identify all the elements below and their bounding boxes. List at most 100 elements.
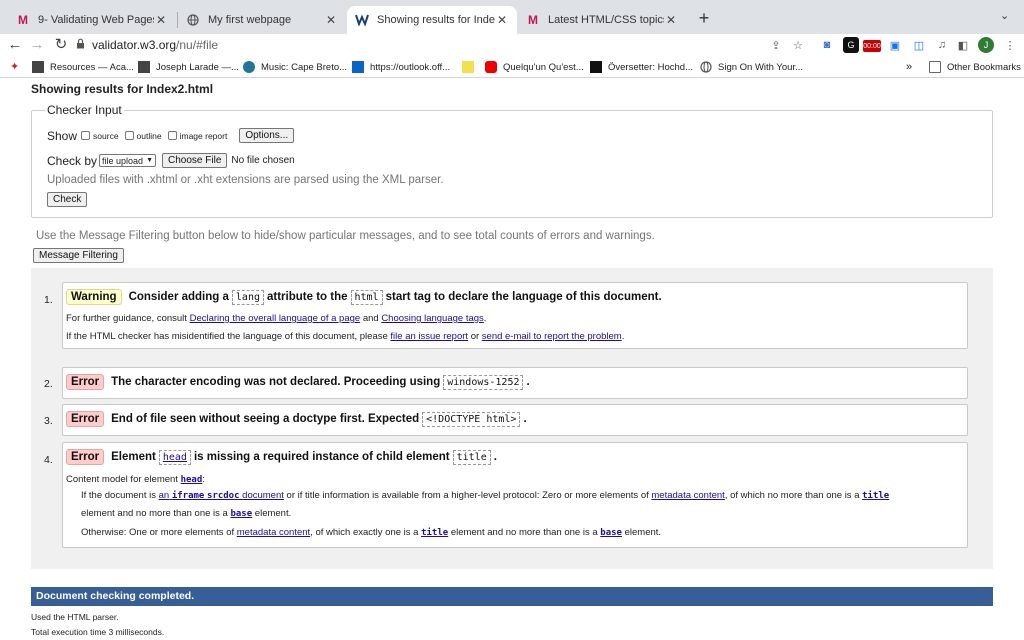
more-bookmarks-button[interactable]: » [906,59,912,75]
tab-validator-results[interactable]: Showing results for Index2.htm ✕ [347,6,517,34]
metadata-content-link[interactable]: metadata content [651,490,724,501]
source-checkbox[interactable]: source [81,131,119,141]
camera-extension-icon[interactable]: ◙ [819,37,835,53]
bookmark-item[interactable]: Sign On With Your... [700,59,803,75]
bookmark-label: https://outlook.off... [370,61,451,73]
choosing-language-tags-link[interactable]: Choosing language tags [381,313,483,324]
head-element-link[interactable]: head [181,475,203,485]
tab-my-first-webpage[interactable]: My first webpage ✕ [178,6,346,34]
image-report-checkbox[interactable]: image report [167,130,228,141]
close-icon[interactable]: ✕ [664,13,678,27]
send-email-link[interactable]: send e-mail to report the problem [482,331,622,342]
content-model-text: Content model for element [66,474,178,485]
link-part: document [242,490,284,501]
bookmark-item[interactable]: ✦ [10,59,28,75]
message-error: Error The character encoding was not dec… [62,367,968,399]
bookmark-item[interactable]: Quelqu'un Qu'est... [485,59,584,75]
check-button[interactable]: Check [47,192,88,207]
side-panel-icon[interactable]: ◧ [955,37,971,53]
choose-file-button[interactable]: Choose File [162,153,228,168]
media-control-icon[interactable]: ♫ [934,37,950,53]
report-line: If the HTML checker has misidentified th… [66,331,624,342]
condition-text: element. [624,527,662,538]
report-text: or [470,331,480,342]
tab-title: Showing results for Index2.htm [377,14,495,26]
link-part: an [158,490,170,501]
metadata-content-link[interactable]: metadata content [237,527,310,538]
message-error: Error End of file seen without seeing a … [62,404,968,436]
close-icon[interactable]: ✕ [495,13,509,27]
profile-avatar[interactable]: J [978,37,994,53]
declaring-language-link[interactable]: Declaring the overall language of a page [190,313,361,324]
checker-legend: Checker Input [45,103,124,117]
head-element-link[interactable]: head [158,449,191,465]
message-text: . [493,451,497,463]
iframe-srcdoc-link[interactable]: an iframe srcdoc document [159,490,284,501]
completion-banner: Document checking completed. [31,587,993,606]
m-logo-icon: M [528,13,538,27]
checkbox-box[interactable] [124,131,134,140]
options-button[interactable]: Options... [239,128,295,143]
zoom-extension-icon[interactable]: ▣ [887,37,903,53]
outlook-icon [352,61,364,73]
checkbox-label: image report [179,130,228,141]
check-by-select[interactable]: file upload ▼ [99,154,157,167]
bookmark-item[interactable]: Resources — Aca... [32,59,134,75]
browser-toolbar: ← → ↻ validator.w3.org/nu/#file ⇪ ☆ ◙ G … [0,34,1024,56]
m-logo-icon: M [18,13,28,27]
guidance-text: For further guidance, consult [66,313,187,324]
bookmark-item[interactable]: Music: Cape Breto... [243,59,347,75]
bookmark-item[interactable]: https://outlook.off... [352,59,450,75]
back-icon[interactable]: ← [6,34,24,56]
red-star-icon: ✦ [10,61,20,73]
xml-parser-note: Uploaded files with .xhtml or .xht exten… [47,174,444,186]
kebab-menu-icon[interactable]: ⋮ [1002,37,1018,53]
base-element-link[interactable]: base [600,528,622,538]
close-icon[interactable]: ✕ [154,13,168,27]
check-by-label: Check by [47,153,98,168]
checkbox-box[interactable] [167,131,177,140]
title-element-link[interactable]: title [421,528,448,538]
globe-icon [700,61,712,73]
tab-title: Latest HTML/CSS topics - Cod [548,14,664,26]
star-icon[interactable]: ☆ [790,37,806,53]
reload-icon[interactable]: ↻ [52,34,70,56]
base-element-link[interactable]: base [230,509,252,519]
message-number: 1. [44,294,53,306]
new-tab-button[interactable]: + [694,8,714,28]
share-icon[interactable]: ⇪ [768,37,784,53]
bookmark-item[interactable]: Joseph Larade —... [138,59,239,75]
tab-validating-web-pages[interactable]: M 9- Validating Web Pages | Cod ✕ [8,6,176,34]
bookmark-item[interactable]: Översetter: Hochd... [590,59,693,75]
message-filtering-button[interactable]: Message Filtering [33,248,124,263]
bookmark-item[interactable] [462,59,480,75]
forward-icon[interactable]: → [28,34,46,56]
content-model-line: Content model for element head: [66,474,205,485]
bookmark-label: Sign On With Your... [718,61,804,73]
outline-checkbox[interactable]: outline [124,130,162,141]
report-text: . [621,331,625,342]
close-icon[interactable]: ✕ [324,13,338,27]
other-bookmarks[interactable]: Other Bookmarks [929,59,1021,75]
condition-text: element and no more than one is a [81,508,228,519]
address-bar[interactable]: validator.w3.org/nu/#file [76,35,816,55]
g-extension-icon[interactable]: G [843,37,859,53]
checkbox-label: outline [136,130,162,141]
tab-latest-html-css[interactable]: M Latest HTML/CSS topics - Cod ✕ [518,6,686,34]
checkbox-box[interactable] [81,131,91,140]
show-options-row: Show source outline image report Options… [47,128,295,143]
guidance-text: . [483,313,487,324]
code-snippet: windows-1252 [443,374,524,390]
translate-extension-icon[interactable]: ◫ [911,37,927,53]
warning-badge: Warning [66,289,122,305]
title-element-link[interactable]: title [862,491,889,501]
file-issue-report-link[interactable]: file an issue report [390,331,468,342]
message-text: Element [111,451,156,463]
tab-strip: M 9- Validating Web Pages | Cod ✕ My fir… [0,0,1024,34]
youtube-icon [485,61,497,73]
recorder-extension-icon[interactable]: 00:00 [863,40,881,52]
chevron-down-icon[interactable]: ⌄ [1000,9,1009,22]
message-heading: Error The character encoding was not dec… [66,374,530,390]
error-badge: Error [66,411,105,427]
chevron-down-icon: ▼ [146,157,154,164]
